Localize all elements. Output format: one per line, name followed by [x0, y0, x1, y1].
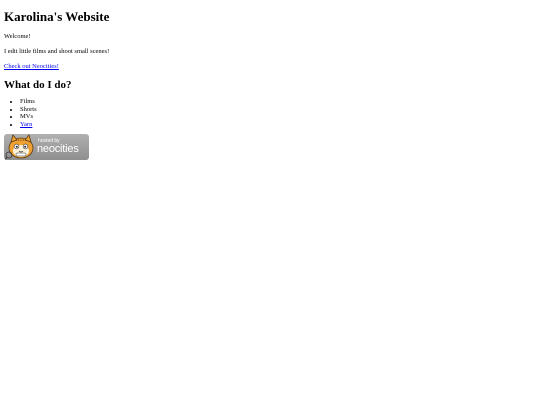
- badge-neocities-label: neocities: [37, 143, 79, 155]
- list-item-mvs: MVs: [20, 113, 536, 121]
- page-body: Karolina's Website Welcome! I edit littl…: [0, 0, 540, 170]
- neocities-link-paragraph: Check out Neocities!: [4, 63, 536, 71]
- page-title: Karolina's Website: [4, 9, 110, 24]
- intro-text: I edit little films and shoot small scen…: [4, 48, 110, 55]
- neocities-cat-icon: [4, 134, 34, 160]
- list-item-shorts: Shorts: [20, 106, 536, 114]
- section-heading: What do I do?: [4, 79, 72, 91]
- neocities-link[interactable]: Check out Neocities!: [4, 63, 59, 70]
- yarn-link[interactable]: Yarn: [20, 121, 32, 128]
- hosted-by-neocities-badge[interactable]: hosted by neocities: [4, 134, 89, 160]
- welcome-text: Welcome!: [4, 33, 31, 40]
- activity-list: Films Shorts MVs Yarn: [4, 98, 536, 128]
- list-item-yarn: Yarn: [20, 121, 536, 129]
- list-item-films: Films: [20, 98, 536, 106]
